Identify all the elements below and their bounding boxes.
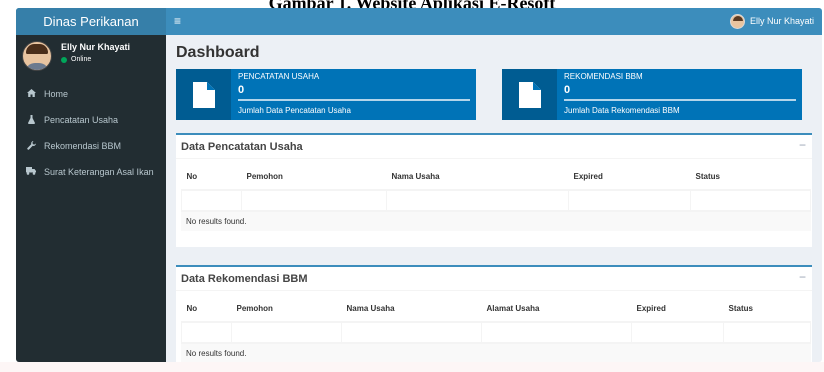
column-header-no[interactable]: No [181,296,232,323]
filter-cell[interactable] [690,189,811,211]
sidebar-item-rekomendasi-bbm[interactable]: Rekomendasi BBM [16,133,166,159]
info-box-progress [238,99,470,101]
info-box-description: Jumlah Data Rekomendasi BBM [564,106,680,115]
table-pencatatan-usaha: No Pemohon Nama Usaha Expired Status [181,164,811,211]
column-header-pemohon[interactable]: Pemohon [241,164,387,191]
user-menu-name: Elly Nur Khayati [749,16,814,26]
user-status-label: Online [71,56,92,63]
column-header-alamat-usaha[interactable]: Alamat Usaha [481,296,632,323]
user-menu[interactable]: Elly Nur Khayati [729,8,814,35]
filter-row [181,321,811,343]
column-header-nama-usaha[interactable]: Nama Usaha [386,164,569,191]
filter-cell[interactable] [181,189,242,211]
filter-cell[interactable] [341,321,482,343]
avatar [22,41,52,71]
sidebar-item-label: Pencatatan Usaha [44,115,119,125]
column-header-expired[interactable]: Expired [631,296,724,323]
filter-cell[interactable] [481,321,632,343]
main-content: Dashboard PENCATATAN USAHA 0 Jumlah Data… [166,35,822,362]
home-icon [26,89,36,99]
file-icon [176,69,231,120]
column-header-nama-usaha[interactable]: Nama Usaha [341,296,482,323]
brand-logo[interactable]: Dinas Perikanan [16,8,166,35]
sidebar-item-pencatatan-usaha[interactable]: Pencatatan Usaha [16,107,166,133]
filter-cell[interactable] [568,189,691,211]
column-header-status[interactable]: Status [690,164,811,191]
empty-message: No results found. [181,342,811,362]
online-dot-icon [61,56,67,63]
info-box-description: Jumlah Data Pencatatan Usaha [238,106,351,115]
collapse-icon[interactable]: − [799,138,806,152]
filter-cell[interactable] [231,321,342,343]
info-box-pencatatan-usaha[interactable]: PENCATATAN USAHA 0 Jumlah Data Pencatata… [176,69,476,120]
filter-cell[interactable] [723,321,811,343]
sidebar-item-label: Rekomendasi BBM [44,141,122,151]
empty-message: No results found. [181,210,811,231]
info-box-progress [564,99,796,101]
user-status: Online [61,56,91,63]
sidebar-item-label: Home [44,89,69,99]
user-avatar-icon [729,14,745,29]
info-box-number: 0 [238,84,245,96]
document-bottom-strip [0,362,824,372]
filter-cell[interactable] [386,189,569,211]
sidebar-item-label: Surat Keterangan Asal Ikan [44,167,154,177]
column-header-no[interactable]: No [181,164,242,191]
sidebar-item-surat-keterangan[interactable]: Surat Keterangan Asal Ikan [16,159,166,185]
sidebar: Elly Nur Khayati Online Home Pencatatan … [16,35,166,362]
box-data-pencatatan-usaha: Data Pencatatan Usaha − No Pemohon Nama … [176,133,812,247]
box-data-rekomendasi-bbm: Data Rekomendasi BBM − No Pemohon Nama U… [176,265,812,362]
info-box-number: 0 [564,84,571,96]
sidebar-menu: Home Pencatatan Usaha Rekomendasi BBM Su… [16,81,166,185]
filter-cell[interactable] [241,189,387,211]
app-window: Dinas Perikanan ≡ Elly Nur Khayati Elly … [16,8,822,362]
flask-icon [26,114,36,126]
filter-row [181,189,811,211]
collapse-icon[interactable]: − [799,270,806,284]
table-header-row: No Pemohon Nama Usaha Alamat Usaha Expir… [181,296,811,323]
box-title: Data Pencatatan Usaha [181,141,303,153]
filter-cell[interactable] [181,321,232,343]
box-header: Data Rekomendasi BBM − [176,267,812,291]
info-box-rekomendasi-bbm[interactable]: REKOMENDASI BBM 0 Jumlah Data Rekomendas… [502,69,802,120]
table-header-row: No Pemohon Nama Usaha Expired Status [181,164,811,191]
document-caption: Gambar 1. Website Aplikasi E-Resoft [0,0,824,8]
column-header-expired[interactable]: Expired [568,164,691,191]
table-rekomendasi-bbm: No Pemohon Nama Usaha Alamat Usaha Expir… [181,296,811,343]
truck-icon [26,167,36,177]
box-header: Data Pencatatan Usaha − [176,135,812,159]
file-icon [502,69,557,120]
box-title: Data Rekomendasi BBM [181,273,308,285]
info-box-label: PENCATATAN USAHA [238,72,320,81]
user-panel: Elly Nur Khayati Online [16,35,166,77]
page-title: Dashboard [176,44,260,61]
sidebar-user-name: Elly Nur Khayati [61,42,131,52]
column-header-status[interactable]: Status [723,296,811,323]
info-box-label: REKOMENDASI BBM [564,72,643,81]
filter-cell[interactable] [631,321,724,343]
wrench-icon [26,140,36,152]
top-navbar: Dinas Perikanan ≡ Elly Nur Khayati [16,8,822,35]
sidebar-toggle-button[interactable]: ≡ [174,8,181,35]
sidebar-item-home[interactable]: Home [16,81,166,107]
column-header-pemohon[interactable]: Pemohon [231,296,342,323]
